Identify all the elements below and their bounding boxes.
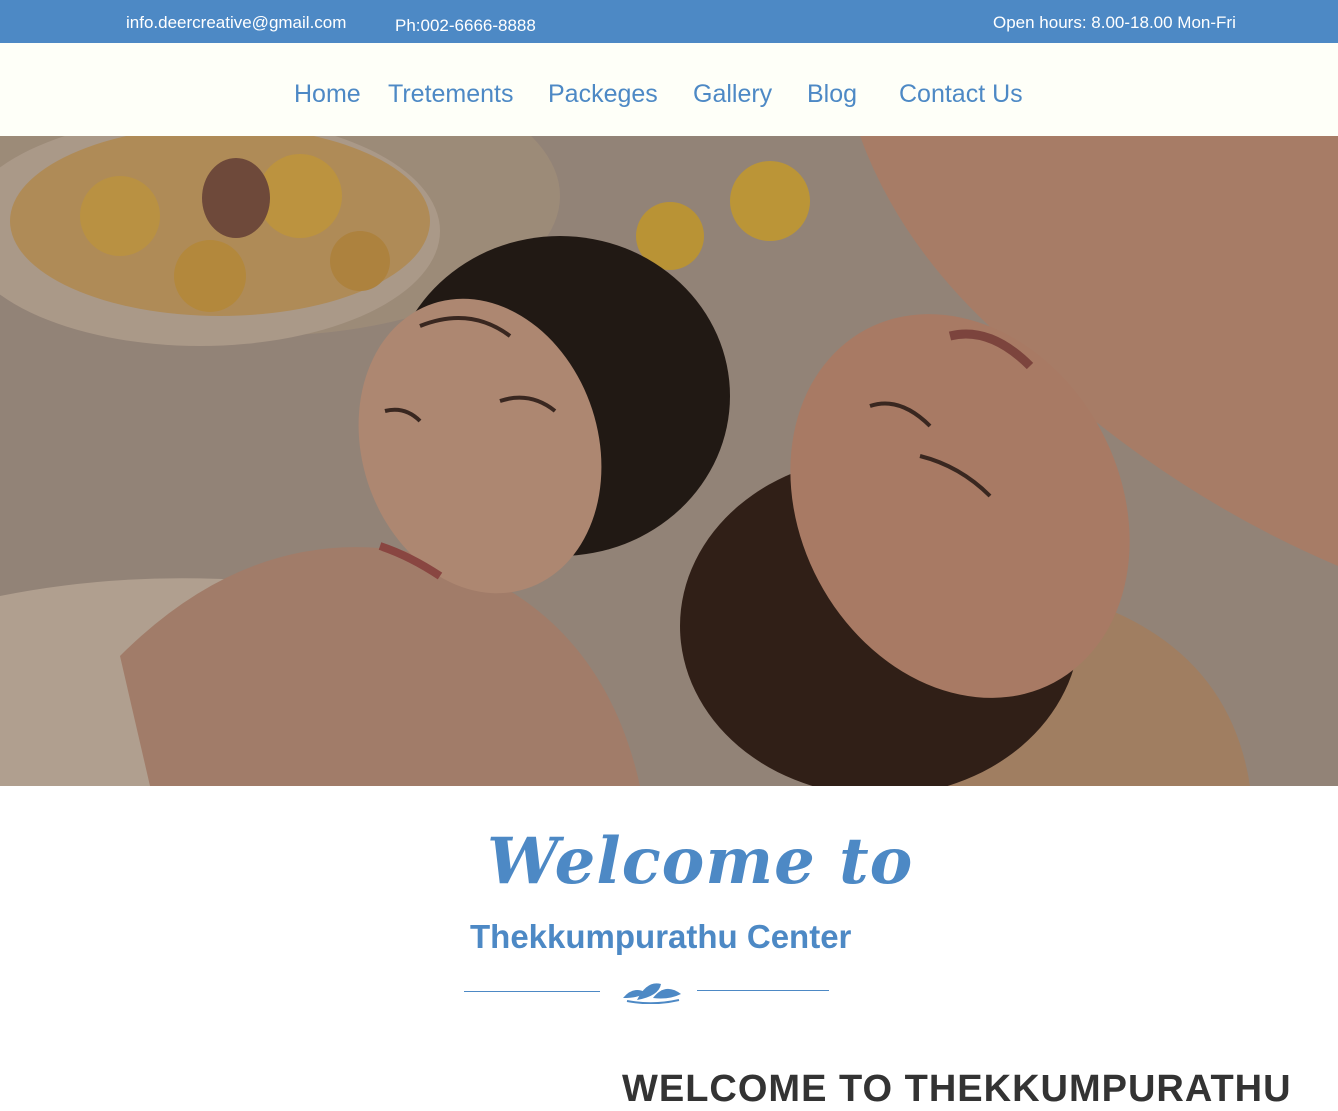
section-heading: WELCOME TO THEKKUMPURATHU	[622, 1068, 1292, 1110]
opening-hours: Open hours: 8.00-18.00 Mon-Fri	[993, 13, 1236, 32]
contact-email[interactable]: info.deercreative@gmail.com	[126, 13, 346, 33]
nav-item-packages[interactable]: Packeges	[548, 80, 658, 109]
nav-item-treatments[interactable]: Tretements	[388, 80, 514, 109]
welcome-section: Welcome to Thekkumpurathu Center WELCOME…	[0, 786, 1338, 1110]
welcome-subtitle: Thekkumpurathu Center	[470, 918, 852, 955]
hero-spa-illustration	[0, 136, 1338, 786]
nav-item-home[interactable]: Home	[294, 80, 361, 109]
main-navigation: Home Tretements Packeges Gallery Blog Co…	[0, 43, 1338, 136]
top-info-bar: info.deercreative@gmail.com Ph:002-6666-…	[0, 0, 1338, 43]
divider-line-left	[464, 991, 600, 992]
nav-item-contact-us[interactable]: Contact Us	[899, 80, 1023, 109]
nav-item-blog[interactable]: Blog	[807, 80, 857, 109]
hero-image	[0, 136, 1338, 786]
contact-phone[interactable]: Ph:002-6666-8888	[395, 16, 536, 36]
divider-line-right	[697, 990, 829, 991]
lotus-icon	[623, 983, 681, 1004]
welcome-title: Welcome to	[487, 824, 914, 899]
nav-item-gallery[interactable]: Gallery	[693, 80, 772, 109]
